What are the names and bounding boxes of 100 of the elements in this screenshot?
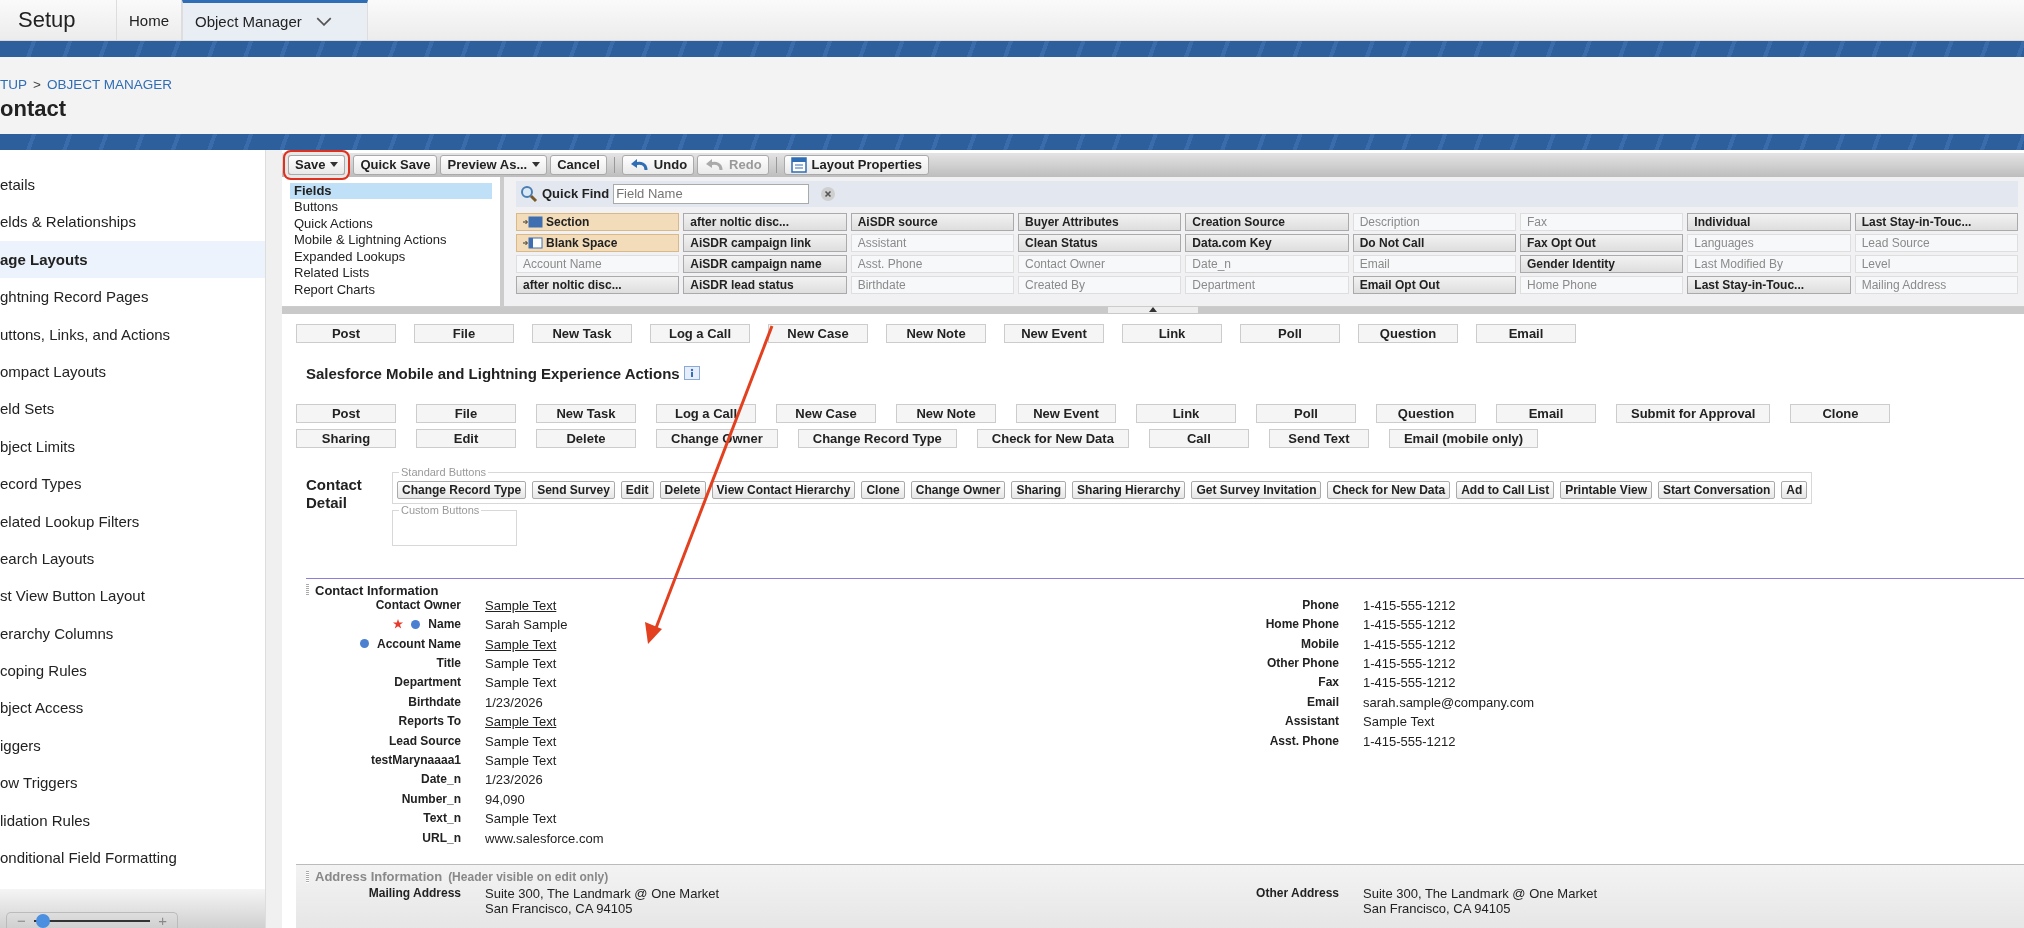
standard-button-item[interactable]: Printable View [1560, 480, 1652, 499]
standard-button-item[interactable]: Sharing Hierarchy [1072, 480, 1186, 499]
action-item[interactable]: New Note [886, 323, 986, 343]
sidebar-item[interactable]: etails [0, 166, 265, 204]
action-item[interactable]: Email (mobile only) [1388, 428, 1539, 448]
action-item[interactable]: Edit [416, 428, 516, 448]
sidebar-item[interactable]: ompact Layouts [0, 352, 265, 391]
standard-button-item[interactable]: Sharing [1011, 480, 1067, 499]
palette-item[interactable]: after noltic disc... [683, 212, 847, 231]
action-item[interactable]: Clone [1790, 403, 1891, 423]
action-item[interactable]: Log a Call [656, 403, 756, 423]
standard-button-item[interactable]: Change Owner [910, 480, 1006, 499]
action-item[interactable]: Call [1148, 428, 1249, 448]
action-item[interactable]: Poll [1256, 403, 1356, 423]
standard-button-item[interactable]: Edit [620, 480, 654, 499]
zoom-slider[interactable] [33, 914, 151, 928]
palette-item[interactable]: AiSDR source [850, 212, 1014, 231]
standard-button-item[interactable]: Get Survey Invitation [1191, 480, 1322, 499]
palette-category[interactable]: Expanded Lookups [290, 248, 492, 266]
toolbar-button[interactable]: Quick Save [353, 154, 438, 175]
action-item[interactable]: File [414, 323, 514, 343]
sidebar-item[interactable]: iggers [0, 726, 265, 765]
action-item[interactable]: Check for New Data [976, 428, 1129, 448]
standard-button-item[interactable]: Start Conversation [1658, 480, 1776, 499]
toolbar-button[interactable]: Preview As... [440, 154, 548, 175]
palette-item[interactable]: after noltic disc... [516, 275, 680, 294]
breadcrumb-link[interactable]: TUP [0, 77, 27, 92]
action-item[interactable]: File [416, 403, 516, 423]
standard-button-item[interactable]: Delete [659, 480, 706, 499]
action-item[interactable]: Link [1122, 323, 1222, 343]
action-item[interactable]: Email [1496, 403, 1596, 423]
palette-item[interactable]: Blank Space [516, 233, 680, 252]
sidebar-item[interactable]: elated Lookup Filters [0, 502, 265, 540]
palette-item[interactable]: AiSDR campaign link [683, 233, 847, 252]
sidebar-item[interactable]: earch Layouts [0, 539, 265, 578]
standard-button-item[interactable]: Add to Call List [1456, 480, 1555, 499]
action-item[interactable]: Link [1136, 403, 1236, 423]
standard-button-item[interactable]: Send Survey [532, 480, 615, 499]
action-item[interactable]: Post [296, 403, 396, 423]
palette-item[interactable]: AiSDR lead status [683, 275, 847, 294]
palette-item[interactable]: Individual [1687, 212, 1851, 231]
standard-button-item[interactable]: Clone [861, 480, 905, 499]
standard-button-item[interactable]: View Contact Hierarchy [711, 480, 856, 499]
standard-button-item[interactable]: Change Record Type [397, 480, 527, 499]
action-item[interactable]: New Note [896, 403, 996, 423]
action-item[interactable]: Post [296, 323, 396, 343]
action-item[interactable]: New Task [532, 323, 632, 343]
action-item[interactable]: Question [1376, 403, 1476, 423]
sidebar-item[interactable]: bject Access [0, 689, 265, 727]
sidebar-item[interactable]: eld Sets [0, 390, 265, 428]
sidebar-item[interactable]: uttons, Links, and Actions [0, 315, 265, 353]
info-icon[interactable] [683, 366, 700, 381]
quick-find-field[interactable]: Field Name [613, 183, 810, 204]
sidebar-item[interactable]: ghtning Record Pages [0, 278, 265, 316]
sidebar-item[interactable]: elds & Relationships [0, 203, 265, 241]
palette-item[interactable]: Data.com Key [1185, 233, 1349, 252]
properties-button[interactable]: Layout Properties [783, 154, 930, 175]
slider-thumb[interactable] [36, 914, 51, 928]
action-item[interactable]: New Task [536, 403, 636, 423]
sidebar-item[interactable]: bject Limits [0, 427, 265, 466]
palette-item[interactable]: Last Stay-in-Touc... [1687, 275, 1851, 294]
action-item[interactable]: Email [1476, 323, 1576, 343]
palette-item[interactable]: AiSDR campaign name [683, 254, 847, 273]
action-item[interactable]: Sharing [296, 428, 396, 448]
toolbar-button[interactable]: Cancel [550, 154, 607, 175]
action-item[interactable]: New Event [1004, 323, 1104, 343]
action-item[interactable]: Poll [1240, 323, 1340, 343]
sidebar-item[interactable]: onditional Field Formatting [0, 839, 265, 877]
palette-category[interactable]: Fields [290, 182, 492, 200]
standard-button-item[interactable]: Check for New Data [1327, 480, 1451, 499]
sidebar-item[interactable]: ecord Types [0, 465, 265, 503]
palette-item[interactable]: Section [516, 212, 680, 231]
palette-item[interactable]: Do Not Call [1352, 233, 1516, 252]
palette-item[interactable]: Last Stay-in-Touc... [1854, 212, 2018, 231]
action-item[interactable]: New Case [776, 403, 876, 423]
action-item[interactable]: Send Text [1268, 428, 1369, 448]
palette-item[interactable]: Clean Status [1018, 233, 1182, 252]
sidebar-item[interactable]: coping Rules [0, 652, 265, 690]
sidebar-item[interactable]: ow Triggers [0, 764, 265, 802]
palette-category[interactable]: Mobile & Lightning Actions [290, 232, 492, 249]
palette-item[interactable]: Email Opt Out [1352, 275, 1516, 294]
action-item[interactable]: New Event [1016, 403, 1116, 423]
sidebar-item[interactable]: lidation Rules [0, 801, 265, 840]
palette-item[interactable]: Fax Opt Out [1520, 233, 1684, 252]
sidebar-item[interactable]: st View Button Layout [0, 577, 265, 615]
action-item[interactable]: Change Record Type [797, 428, 957, 448]
action-item[interactable]: Question [1358, 323, 1458, 343]
palette-item[interactable]: Creation Source [1185, 212, 1349, 231]
palette-category[interactable]: Buttons [290, 199, 492, 216]
breadcrumb-link[interactable]: OBJECT MANAGER [46, 77, 172, 92]
palette-item[interactable]: Gender Identity [1520, 254, 1684, 273]
palette-category[interactable]: Related Lists [290, 265, 492, 282]
palette-item[interactable]: Buyer Attributes [1018, 212, 1182, 231]
clear-icon[interactable] [821, 186, 836, 201]
action-item[interactable]: Log a Call [650, 323, 750, 343]
nav-tab[interactable]: Object Manager [182, 0, 368, 40]
standard-button-item[interactable]: Ad [1781, 480, 1808, 499]
resize-handle[interactable] [1108, 306, 1198, 313]
sidebar-item[interactable]: age Layouts [0, 240, 265, 279]
action-item[interactable]: Submit for Approval [1616, 403, 1771, 423]
